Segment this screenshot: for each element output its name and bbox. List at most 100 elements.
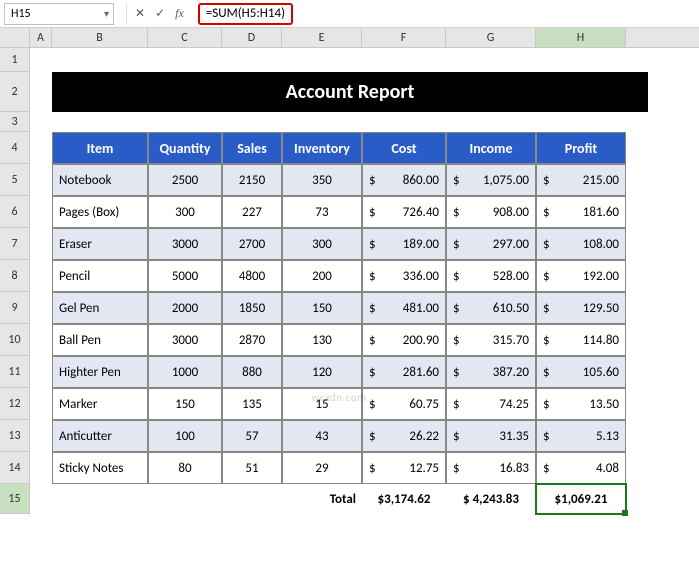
cell-cost[interactable]: $26.22 (362, 420, 446, 452)
cell-inventory[interactable]: 130 (282, 324, 362, 356)
cell-inventory[interactable]: 43 (282, 420, 362, 452)
cell-item[interactable]: Highter Pen (52, 356, 148, 388)
cell-quantity[interactable]: 150 (148, 388, 222, 420)
cell-item[interactable]: Notebook (52, 164, 148, 196)
cell-sales[interactable]: 57 (222, 420, 282, 452)
cell-inventory[interactable]: 150 (282, 292, 362, 324)
col-header-e[interactable]: E (282, 28, 362, 47)
cell-income[interactable]: $387.20 (446, 356, 536, 388)
name-box[interactable]: H15 ▾ (4, 3, 114, 25)
cell-item[interactable]: Marker (52, 388, 148, 420)
cell-quantity[interactable]: 3000 (148, 228, 222, 260)
accept-icon[interactable]: ✓ (155, 6, 165, 21)
cell-cost[interactable]: $189.00 (362, 228, 446, 260)
cell-income[interactable]: $528.00 (446, 260, 536, 292)
cell-cost[interactable]: $336.00 (362, 260, 446, 292)
cell-profit[interactable]: $192.00 (536, 260, 626, 292)
cell-income[interactable]: $1,075.00 (446, 164, 536, 196)
cell-profit[interactable]: $114.80 (536, 324, 626, 356)
cell-sales[interactable]: 1850 (222, 292, 282, 324)
cell-item[interactable]: Anticutter (52, 420, 148, 452)
cell-item[interactable]: Gel Pen (52, 292, 148, 324)
cell-sales[interactable]: 2150 (222, 164, 282, 196)
cell-sales[interactable]: 2700 (222, 228, 282, 260)
cell-income[interactable]: $31.35 (446, 420, 536, 452)
cell-profit[interactable]: $5.13 (536, 420, 626, 452)
row-header[interactable]: 8 (0, 260, 30, 292)
cell-cost[interactable]: $281.60 (362, 356, 446, 388)
row-header[interactable]: 1 (0, 48, 30, 72)
cell-income[interactable]: $315.70 (446, 324, 536, 356)
row-header[interactable]: 14 (0, 452, 30, 484)
cell-income[interactable]: $908.00 (446, 196, 536, 228)
cell-cost[interactable]: $200.90 (362, 324, 446, 356)
cell-sales[interactable]: 227 (222, 196, 282, 228)
col-header-c[interactable]: C (148, 28, 222, 47)
select-all-corner[interactable] (0, 28, 30, 47)
cell-inventory[interactable]: 120 (282, 356, 362, 388)
row-header[interactable]: 2 (0, 72, 30, 112)
cell-cost[interactable]: $860.00 (362, 164, 446, 196)
col-header-g[interactable]: G (446, 28, 536, 47)
cell-item[interactable]: Pages (Box) (52, 196, 148, 228)
cell-quantity[interactable]: 2000 (148, 292, 222, 324)
cell-cost[interactable]: $726.40 (362, 196, 446, 228)
cell-profit[interactable]: $4.08 (536, 452, 626, 484)
cell-quantity[interactable]: 300 (148, 196, 222, 228)
cell-profit[interactable]: $108.00 (536, 228, 626, 260)
row-header[interactable]: 9 (0, 292, 30, 324)
fx-icon[interactable]: fx (175, 6, 184, 21)
cancel-icon[interactable]: ✕ (135, 6, 145, 21)
cell-quantity[interactable]: 80 (148, 452, 222, 484)
row-header[interactable]: 12 (0, 388, 30, 420)
col-header-d[interactable]: D (222, 28, 282, 47)
cell-income[interactable]: $610.50 (446, 292, 536, 324)
cell-profit[interactable]: $13.50 (536, 388, 626, 420)
row-header[interactable]: 5 (0, 164, 30, 196)
cell-inventory[interactable]: 300 (282, 228, 362, 260)
fill-handle[interactable] (622, 510, 628, 516)
row-header[interactable]: 15 (0, 484, 30, 514)
col-header-b[interactable]: B (52, 28, 148, 47)
cell-item[interactable]: Pencil (52, 260, 148, 292)
cell-sales[interactable]: 135 (222, 388, 282, 420)
chevron-down-icon[interactable]: ▾ (104, 7, 109, 20)
row-header[interactable]: 10 (0, 324, 30, 356)
cell-sales[interactable]: 880 (222, 356, 282, 388)
cell-quantity[interactable]: 1000 (148, 356, 222, 388)
cell-cost[interactable]: $481.00 (362, 292, 446, 324)
row-header[interactable]: 4 (0, 132, 30, 164)
col-header-h[interactable]: H (536, 28, 626, 47)
cell-income[interactable]: $74.25 (446, 388, 536, 420)
cell-quantity[interactable]: 3000 (148, 324, 222, 356)
cell-inventory[interactable]: 350 (282, 164, 362, 196)
cell-profit[interactable]: $129.50 (536, 292, 626, 324)
cell-inventory[interactable]: 73 (282, 196, 362, 228)
cell-sales[interactable]: 4800 (222, 260, 282, 292)
worksheet[interactable]: Account Report Item Quantity Sales Inven… (30, 48, 648, 514)
cell-profit[interactable]: $181.60 (536, 196, 626, 228)
row-header[interactable]: 6 (0, 196, 30, 228)
col-header-f[interactable]: F (362, 28, 446, 47)
cell-cost[interactable]: $12.75 (362, 452, 446, 484)
formula-input[interactable]: =SUM(H5:H14) (198, 3, 293, 25)
cell-quantity[interactable]: 5000 (148, 260, 222, 292)
cell-inventory[interactable]: 29 (282, 452, 362, 484)
row-header[interactable]: 7 (0, 228, 30, 260)
cell-item[interactable]: Eraser (52, 228, 148, 260)
cell-profit[interactable]: $215.00 (536, 164, 626, 196)
cell-item[interactable]: Ball Pen (52, 324, 148, 356)
cell-income[interactable]: $16.83 (446, 452, 536, 484)
row-header[interactable]: 11 (0, 356, 30, 388)
cell-inventory[interactable]: 200 (282, 260, 362, 292)
cell-quantity[interactable]: 2500 (148, 164, 222, 196)
cell-cost[interactable]: $60.75 (362, 388, 446, 420)
cell-item[interactable]: Sticky Notes (52, 452, 148, 484)
cell-quantity[interactable]: 100 (148, 420, 222, 452)
row-header[interactable]: 13 (0, 420, 30, 452)
col-header-a[interactable]: A (30, 28, 52, 47)
row-header[interactable]: 3 (0, 112, 30, 132)
cell-sales[interactable]: 2870 (222, 324, 282, 356)
total-profit[interactable]: $1,069.21 (536, 484, 626, 514)
cell-sales[interactable]: 51 (222, 452, 282, 484)
